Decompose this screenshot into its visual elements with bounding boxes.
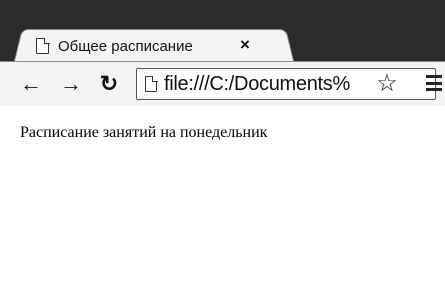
tab-close-button[interactable]: ×: [237, 35, 253, 55]
bookmark-star-icon[interactable]: ☆: [374, 71, 400, 97]
tab-title: Общее расписание: [58, 37, 193, 55]
forward-arrow-icon[interactable]: →: [60, 71, 82, 97]
page-heading-text: Расписание занятий на понедельник: [20, 124, 268, 141]
reload-icon[interactable]: ↻: [98, 71, 120, 97]
document-icon: [36, 37, 50, 54]
back-arrow-icon[interactable]: ←: [20, 71, 42, 97]
page-info-icon[interactable]: [145, 75, 158, 92]
url-text[interactable]: file:///C:/Documents%: [164, 73, 350, 96]
menu-icon[interactable]: [426, 73, 442, 93]
